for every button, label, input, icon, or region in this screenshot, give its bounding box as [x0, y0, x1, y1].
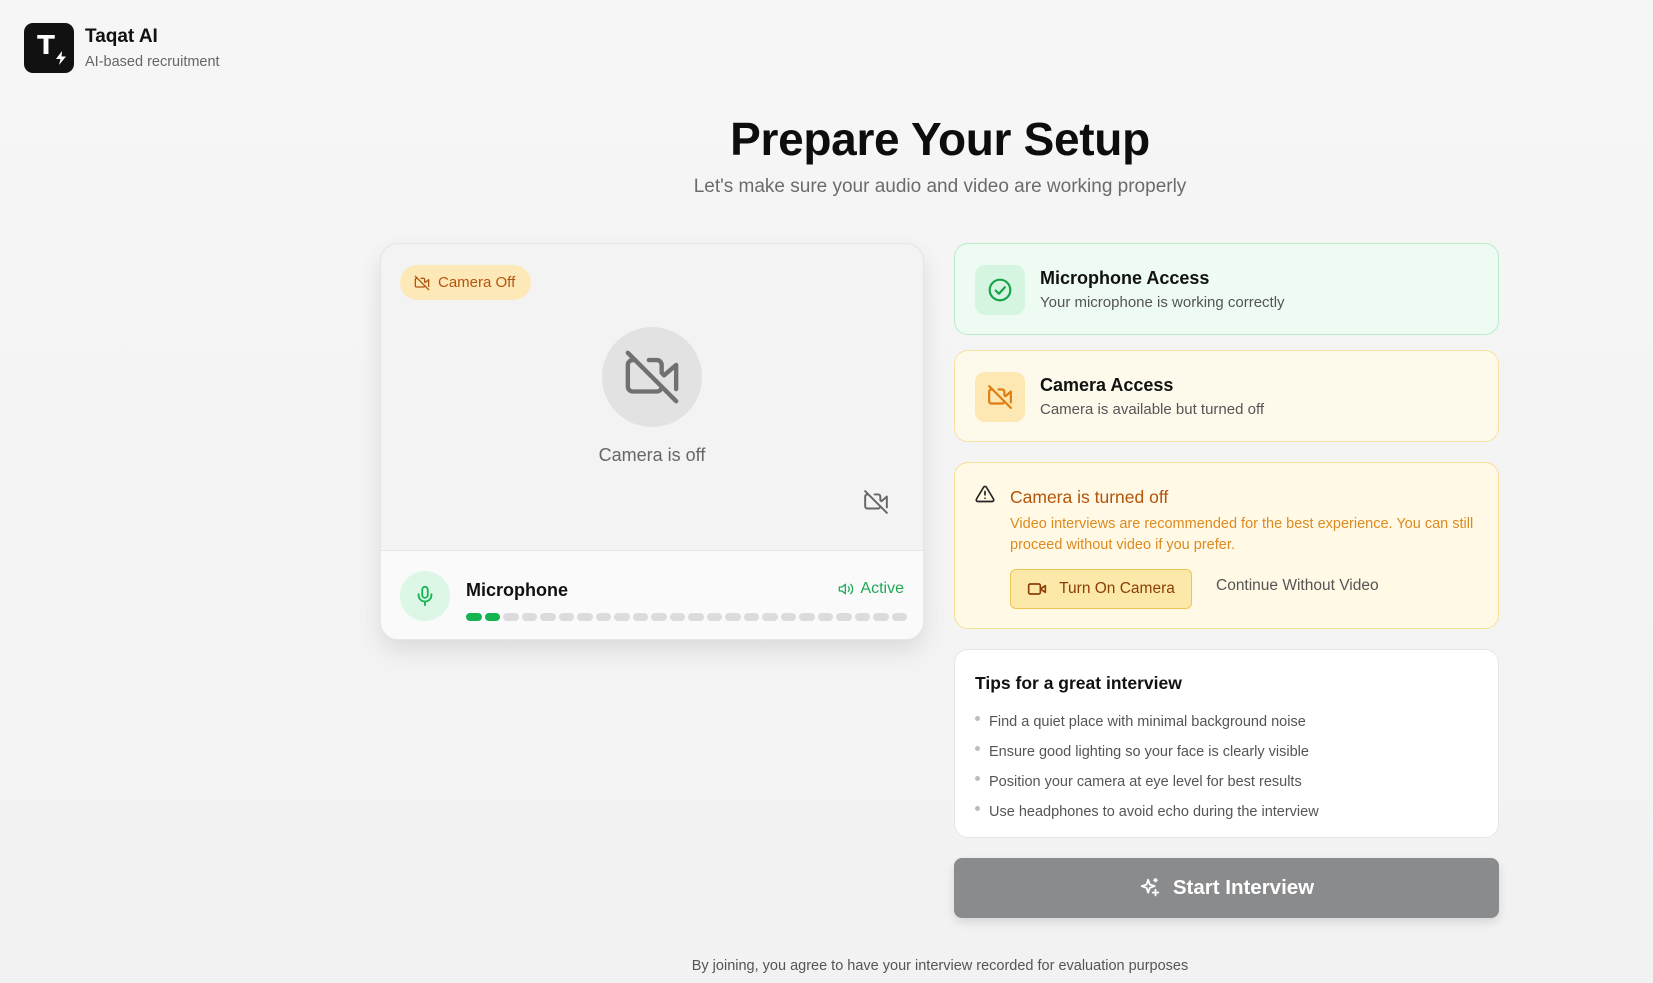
continue-without-video-button[interactable]: Continue Without Video [1216, 577, 1379, 595]
turn-on-camera-label: Turn On Camera [1059, 580, 1175, 597]
level-segment [503, 613, 519, 621]
camera-status-badge: Camera Off [400, 265, 532, 300]
level-segment [521, 613, 537, 621]
tips-card: Tips for a great interview Find a quiet … [954, 649, 1499, 838]
level-segment [688, 613, 704, 621]
camera-placeholder [602, 327, 702, 427]
tip-text: Use headphones to avoid echo during the … [989, 804, 1319, 820]
tips-title: Tips for a great interview [975, 673, 1182, 693]
level-segment [891, 613, 907, 621]
level-segment [836, 613, 852, 621]
camera-access-title: Camera Access [1040, 375, 1174, 395]
check-circle-icon [988, 278, 1012, 302]
camera-off-text: Camera is off [598, 445, 706, 465]
tip-text: Ensure good lighting so your face is cle… [989, 744, 1309, 760]
tip-item: Position your camera at eye level for be… [975, 767, 1319, 797]
brand: T Taqat AI AI-based recruitment [24, 23, 220, 73]
microphone-bar: Microphone Active [381, 550, 923, 639]
start-interview-button[interactable]: Start Interview [954, 858, 1499, 918]
level-segment [614, 613, 630, 621]
level-segment [577, 613, 593, 621]
video-preview: Camera Off Camera is off [381, 244, 923, 550]
tip-item: Ensure good lighting so your face is cle… [975, 737, 1319, 767]
level-segment [484, 613, 500, 621]
video-off-icon [988, 385, 1012, 409]
level-segment [651, 613, 667, 621]
level-segment [669, 613, 685, 621]
brand-name: Taqat AI [85, 26, 158, 47]
level-segment [706, 613, 722, 621]
level-segment [799, 613, 815, 621]
video-off-icon-wrap [975, 372, 1025, 422]
camera-access-card: Camera Access Camera is available but tu… [954, 350, 1499, 442]
microphone-icon-wrap [400, 571, 450, 621]
video-icon [1027, 583, 1047, 595]
warning-description: Video interviews are recommended for the… [1010, 516, 1474, 553]
camera-access-description: Camera is available but turned off [1040, 401, 1265, 418]
level-segment [762, 613, 778, 621]
check-icon-wrap [975, 265, 1025, 315]
camera-status-label: Camera Off [438, 274, 516, 291]
microphone-access-title: Microphone Access [1040, 268, 1210, 288]
video-off-icon [414, 275, 430, 290]
microphone-status: Active [838, 580, 904, 598]
level-segment [558, 613, 574, 621]
level-segment [595, 613, 611, 621]
bullet [975, 806, 980, 811]
tip-item: Use headphones to avoid echo during the … [975, 797, 1319, 827]
recording-notice: By joining, you agree to have your inter… [691, 958, 1189, 974]
bolt-icon [56, 51, 66, 65]
camera-toggle[interactable] [863, 489, 889, 520]
start-interview-label: Start Interview [1172, 876, 1315, 899]
page-title: Prepare Your Setup [730, 113, 1150, 165]
microphone-label: Microphone [466, 580, 568, 600]
speaker-icon [839, 583, 854, 595]
bullet [975, 776, 980, 781]
microphone-icon [417, 585, 433, 607]
level-segment [540, 613, 556, 621]
level-segment [873, 613, 889, 621]
warning-title: Camera is turned off [1010, 487, 1169, 507]
level-segment [743, 613, 759, 621]
bullet [975, 746, 980, 751]
microphone-status-label: Active [860, 580, 904, 597]
turn-on-camera-button[interactable]: Turn On Camera [1010, 569, 1192, 609]
level-segment [854, 613, 870, 621]
level-segment [632, 613, 648, 621]
warning-icon [975, 484, 995, 509]
tip-text: Find a quiet place with minimal backgrou… [989, 714, 1306, 730]
tips-list: Find a quiet place with minimal backgrou… [975, 707, 1319, 827]
level-segment [466, 613, 482, 621]
level-segment [780, 613, 796, 621]
tip-text: Position your camera at eye level for be… [989, 774, 1302, 790]
brand-tagline: AI-based recruitment [85, 54, 220, 70]
video-off-icon [625, 350, 679, 404]
tip-item: Find a quiet place with minimal backgrou… [975, 707, 1319, 737]
page-subtitle: Let's make sure your audio and video are… [693, 176, 1187, 197]
logo-letter: T [37, 31, 55, 61]
logo: T [24, 23, 74, 73]
video-preview-card: Camera Off Camera is off Microphone Acti… [380, 243, 924, 640]
level-segment [725, 613, 741, 621]
microphone-access-description: Your microphone is working correctly [1040, 294, 1285, 311]
sparkles-icon [1140, 877, 1160, 897]
level-segment [817, 613, 833, 621]
camera-warning-card: Camera is turned off Video interviews ar… [954, 462, 1499, 629]
bullet [975, 716, 980, 721]
microphone-access-card: Microphone Access Your microphone is wor… [954, 243, 1499, 335]
video-off-icon [864, 490, 888, 514]
microphone-level-meter [466, 613, 907, 621]
